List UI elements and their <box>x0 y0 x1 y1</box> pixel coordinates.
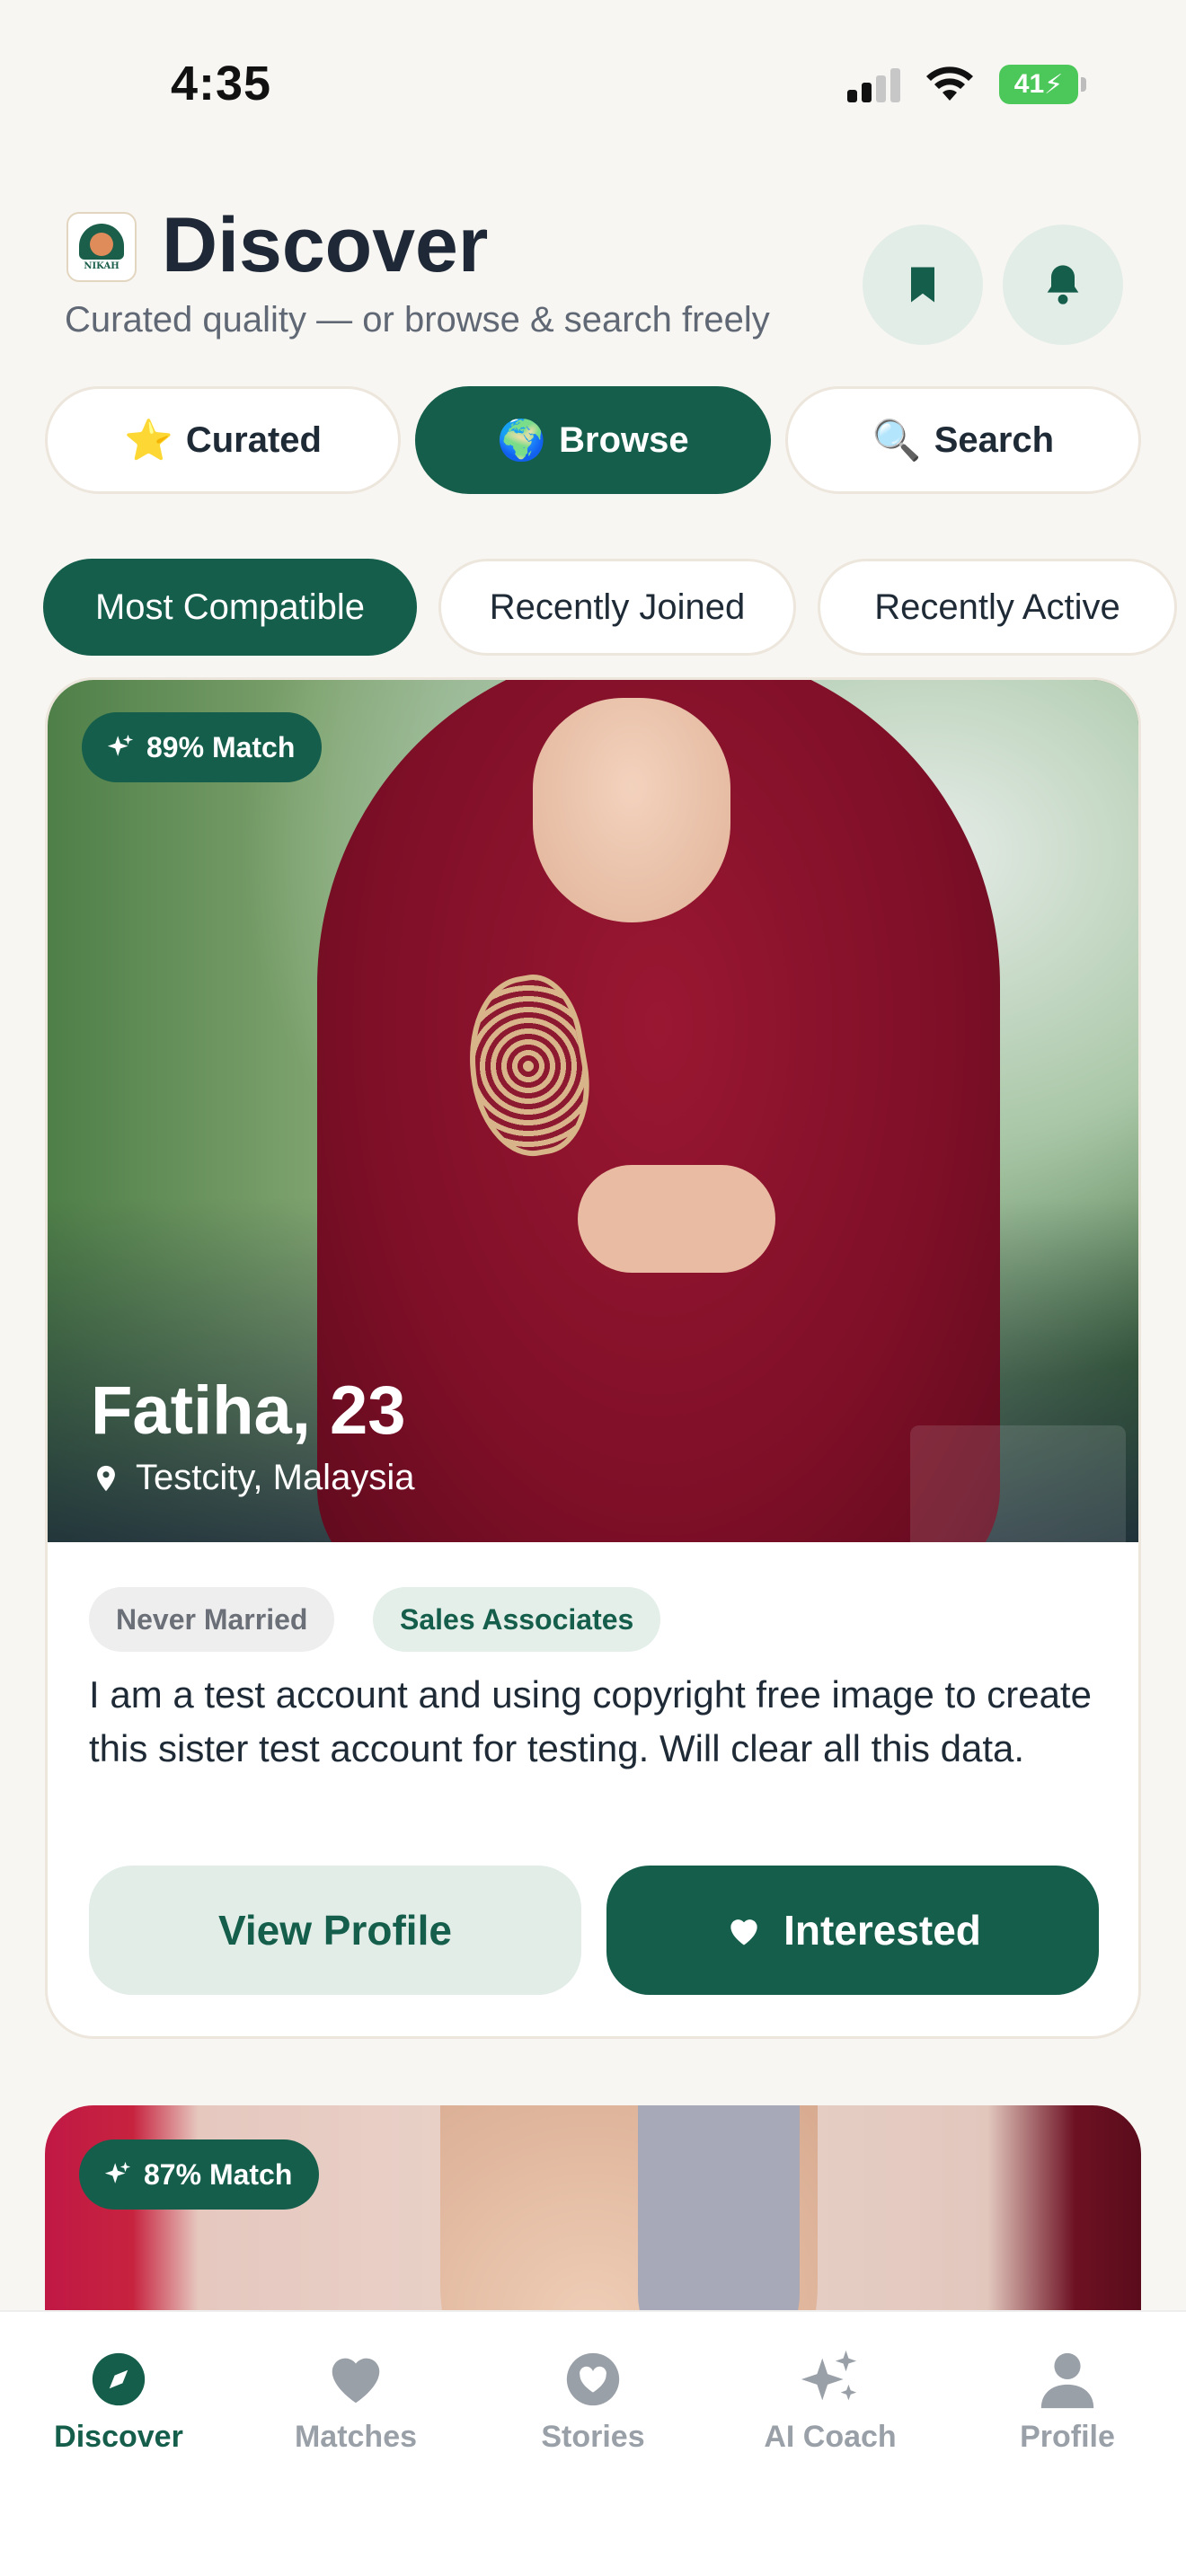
notifications-button[interactable] <box>1003 225 1123 345</box>
tab-browse[interactable]: 🌍 Browse <box>415 386 771 494</box>
nav-ai-coach[interactable]: AI Coach <box>712 2348 949 2455</box>
chip-recently-active-label: Recently Active <box>874 587 1120 627</box>
photo-face <box>533 698 730 922</box>
profile-photo[interactable]: 89% Match Fatiha, 23 Testcity, Malaysia <box>48 680 1138 1542</box>
heart-icon <box>332 2358 380 2404</box>
watermark-logo <box>910 1425 1126 1542</box>
marital-status-tag: Never Married <box>89 1587 335 1652</box>
wifi-icon <box>926 66 973 101</box>
status-time: 4:35 <box>171 57 272 110</box>
tab-curated[interactable]: ⭐ Curated <box>45 386 401 494</box>
location-pin-icon <box>97 1465 115 1491</box>
status-icons: 41 ⚡ <box>847 65 1086 104</box>
chip-recently-joined-label: Recently Joined <box>489 587 746 627</box>
magnifier-icon: 🔍 <box>872 419 922 463</box>
interested-label: Interested <box>783 1907 981 1954</box>
bell-icon <box>1047 265 1079 304</box>
profile-location-text: Testcity, Malaysia <box>136 1458 415 1497</box>
battery-icon: 41 ⚡ <box>999 65 1086 104</box>
nav-discover-label: Discover <box>54 2420 183 2454</box>
sparkle-icon <box>104 2161 131 2183</box>
globe-icon: 🌍 <box>497 419 547 463</box>
photo-hands <box>578 1165 775 1273</box>
heart-icon <box>730 1919 757 1945</box>
chip-most-compatible-label: Most Compatible <box>94 587 366 627</box>
app-logo: NIKAH <box>66 212 137 282</box>
page-title: Discover <box>162 202 489 288</box>
page-subtitle: Curated quality — or browse & search fre… <box>65 300 770 340</box>
occupation-tag: Sales Associates <box>373 1587 661 1652</box>
compass-icon <box>92 2352 146 2406</box>
profile-location: Testcity, Malaysia <box>91 1458 414 1498</box>
cellular-signal-icon <box>847 66 900 102</box>
person-icon <box>1040 2352 1094 2409</box>
nav-discover[interactable]: Discover <box>0 2348 237 2455</box>
bottom-nav: Discover Matches Stories AI Coach Profil… <box>0 2310 1186 2576</box>
sparkle-icon <box>107 734 134 756</box>
interested-button[interactable]: Interested <box>606 1866 1099 1995</box>
logo-text: NIKAH <box>84 260 119 271</box>
tab-curated-label: Curated <box>185 419 322 460</box>
battery-level: 41 <box>1013 69 1045 99</box>
logo-arch-icon <box>79 223 124 260</box>
nav-ai-coach-label: AI Coach <box>764 2420 897 2454</box>
discover-screen: 4:35 41 ⚡ NIKAH Discover Curated quality … <box>0 0 1186 2576</box>
profile-card[interactable]: 89% Match Fatiha, 23 Testcity, Malaysia … <box>45 677 1141 2039</box>
nav-matches-label: Matches <box>294 2420 418 2454</box>
match-badge: 87% Match <box>79 2139 320 2210</box>
profile-bio: I am a test account and using copyright … <box>89 1673 1092 1769</box>
nav-matches[interactable]: Matches <box>237 2348 474 2455</box>
chip-recently-active[interactable]: Recently Active <box>818 559 1177 656</box>
nav-stories[interactable]: Stories <box>474 2348 712 2455</box>
match-badge: 89% Match <box>82 712 323 782</box>
view-profile-button[interactable]: View Profile <box>89 1866 581 1995</box>
star-icon: ⭐ <box>124 419 173 463</box>
nav-profile-label: Profile <box>1020 2420 1115 2454</box>
bookmark-icon <box>911 267 934 303</box>
tab-search[interactable]: 🔍 Search <box>785 386 1141 494</box>
tab-search-label: Search <box>934 419 1055 460</box>
match-percent: 89% Match <box>146 730 296 763</box>
match-percent: 87% Match <box>144 2157 293 2191</box>
sparkles-icon <box>801 2350 857 2401</box>
chip-most-compatible[interactable]: Most Compatible <box>43 559 417 656</box>
heart-circle-icon <box>566 2352 620 2406</box>
tab-browse-label: Browse <box>559 419 689 460</box>
profile-name-age: Fatiha, 23 <box>91 1372 406 1449</box>
saved-button[interactable] <box>863 225 983 345</box>
nav-stories-label: Stories <box>541 2420 645 2454</box>
nav-profile[interactable]: Profile <box>949 2348 1186 2455</box>
chip-recently-joined[interactable]: Recently Joined <box>438 559 796 656</box>
view-profile-label: View Profile <box>218 1907 452 1954</box>
